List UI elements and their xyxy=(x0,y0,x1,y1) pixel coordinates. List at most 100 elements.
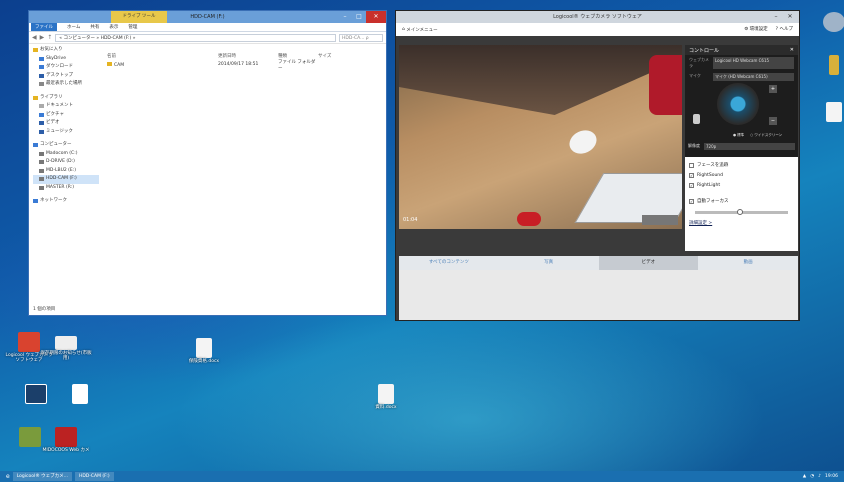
main-menu-link[interactable]: メインメニュー xyxy=(406,27,437,33)
tree-item[interactable]: HDD-CAM (F:) xyxy=(33,175,99,184)
checkbox[interactable]: ✓ xyxy=(689,182,694,188)
explorer-titlebar[interactable]: ドライブ ツール HDD-CAM (F:) – □ ✕ xyxy=(29,11,386,23)
zoom-in-icon[interactable]: + xyxy=(769,85,777,93)
desktop-icon[interactable]: 資料.docx xyxy=(360,384,412,411)
desktop-icon[interactable]: 保存期限のお知らせ(市販用) xyxy=(40,336,92,362)
ribbon-tab-manage[interactable]: 管理 xyxy=(128,24,137,30)
help-icon: ? xyxy=(775,27,779,32)
checkbox[interactable] xyxy=(689,162,694,168)
desktop-icon[interactable] xyxy=(808,55,844,77)
ribbon-tab-file[interactable]: ファイル xyxy=(31,23,57,31)
tab-all-content[interactable]: すべてのコンテンツ xyxy=(399,256,499,270)
tree-item[interactable]: ピクチャ xyxy=(33,111,99,120)
resolution-select[interactable]: 720p xyxy=(704,143,795,150)
pan-tilt-joystick[interactable] xyxy=(717,83,759,125)
column-size[interactable]: サイズ xyxy=(318,53,358,59)
tree-favorites[interactable]: お気に入り xyxy=(33,46,99,55)
file-row[interactable]: CAM 2014/09/17 18:51 ファイル フォルダー xyxy=(103,59,382,71)
desktop-icon[interactable] xyxy=(808,12,844,34)
desktop-icon[interactable] xyxy=(4,427,56,449)
preview-object xyxy=(649,55,682,115)
webcam-titlebar[interactable]: Logicool® ウェブカメラ ソフトウェア – ✕ xyxy=(396,11,799,23)
network-icon[interactable]: ◔ xyxy=(810,471,814,482)
up-icon[interactable]: ↑ xyxy=(47,34,52,41)
tree-item[interactable]: 最近表示した場所 xyxy=(33,80,99,89)
search-input[interactable]: HDD-CA... ρ xyxy=(339,33,383,42)
forward-icon[interactable]: ▶ xyxy=(40,34,45,41)
prefs-link[interactable]: ⚙ 環境設定 xyxy=(744,26,767,32)
microphone-icon[interactable] xyxy=(693,114,700,124)
option-autofocus[interactable]: ✓ 自動フォーカス xyxy=(689,196,794,206)
tree-item[interactable]: ミュージック xyxy=(33,128,99,137)
desktop-icon[interactable] xyxy=(808,102,844,124)
radio-widescreen[interactable]: ○ ワイドスクリーン xyxy=(750,133,782,138)
ie-icon[interactable]: e xyxy=(6,473,10,480)
desktop-icon[interactable] xyxy=(10,384,62,406)
column-date[interactable]: 更新日時 xyxy=(218,53,278,59)
tab-photos[interactable]: 写真 xyxy=(499,256,599,270)
preview-button[interactable] xyxy=(642,215,678,225)
tree-item[interactable]: デスクトップ xyxy=(33,72,99,81)
drive-icon xyxy=(39,185,44,190)
close-icon[interactable]: ✕ xyxy=(790,47,794,53)
mic-select[interactable]: マイク (HD Webcam C615) xyxy=(713,73,794,81)
tree-item[interactable]: MD-LBU2 (E:) xyxy=(33,167,99,176)
address-bar-row: ◀ ▶ ↑ « コンピューター » HDD-CAM (F:) » HDD-CA.… xyxy=(29,32,386,44)
tree-item[interactable]: ビデオ xyxy=(33,119,99,128)
tree-item[interactable]: D-DRIVE (D:) xyxy=(33,158,99,167)
tree-network[interactable]: ネットワーク xyxy=(33,197,99,206)
tree-item[interactable]: SkyDrive xyxy=(33,55,99,64)
drive-icon xyxy=(39,151,44,156)
zoom-out-icon[interactable]: − xyxy=(769,117,777,125)
tab-video[interactable]: ビデオ xyxy=(598,256,699,270)
tree-item[interactable]: ドキュメント xyxy=(33,102,99,111)
ribbon-tab-share[interactable]: 共有 xyxy=(90,24,99,30)
checkbox[interactable]: ✓ xyxy=(689,198,694,204)
record-button[interactable] xyxy=(517,212,541,226)
tree-item[interactable]: Madocom (C:) xyxy=(33,150,99,159)
minimize-icon[interactable]: – xyxy=(338,11,352,23)
help-link[interactable]: ? ヘルプ xyxy=(776,26,793,32)
webcam-menubar: ⌂ メインメニュー ⚙ 環境設定 ? ヘルプ xyxy=(396,23,799,36)
taskbar-item[interactable]: HDD-CAM (F:) xyxy=(74,472,114,481)
file-date: 2014/09/17 18:51 xyxy=(218,62,259,67)
column-name[interactable]: 名前 xyxy=(103,53,218,59)
file-type: ファイル フォルダー xyxy=(278,59,316,71)
close-icon[interactable]: ✕ xyxy=(783,11,797,23)
controls-title: コントロール xyxy=(689,47,720,54)
videos-icon xyxy=(39,121,44,126)
tree-item[interactable]: ダウンロード xyxy=(33,63,99,72)
focus-slider[interactable] xyxy=(695,209,788,215)
maximize-icon[interactable]: □ xyxy=(352,11,366,23)
ribbon-tab-view[interactable]: 表示 xyxy=(109,24,118,30)
ribbon-tab-home[interactable]: ホーム xyxy=(67,24,80,30)
option-rightlight[interactable]: ✓ RightLight xyxy=(689,180,794,190)
option-rightsound[interactable]: ✓ RightSound xyxy=(689,170,794,180)
drive-icon xyxy=(39,160,44,165)
option-face-tracking[interactable]: フェースを追跡 xyxy=(689,160,794,170)
checkbox[interactable]: ✓ xyxy=(689,172,694,178)
slider-handle[interactable] xyxy=(736,209,743,215)
tree-item[interactable]: MASTER (R:) xyxy=(33,184,99,193)
advanced-settings-link[interactable]: 詳細設定 > xyxy=(689,220,794,226)
taskbar-item[interactable]: Logicool® ウェブカメ... xyxy=(12,472,72,481)
star-icon xyxy=(33,48,38,53)
radio-standard[interactable]: ● 標準 xyxy=(733,133,744,138)
back-icon[interactable]: ◀ xyxy=(32,34,37,41)
explorer-window[interactable]: ドライブ ツール HDD-CAM (F:) – □ ✕ ファイル ホーム 共有 … xyxy=(28,10,387,316)
address-input[interactable]: « コンピューター » HDD-CAM (F:) » xyxy=(55,33,336,42)
clock[interactable]: 19:06 xyxy=(825,471,838,482)
webcam-software-window[interactable]: Logicool® ウェブカメラ ソフトウェア – ✕ ⌂ メインメニュー ⚙ … xyxy=(395,10,800,321)
volume-icon[interactable]: ♪ xyxy=(818,471,821,482)
tree-computer[interactable]: コンピューター xyxy=(33,141,99,150)
tree-libraries[interactable]: ライブラリ xyxy=(33,94,99,103)
tray-icon[interactable]: ▲ xyxy=(803,471,806,482)
close-icon[interactable]: ✕ xyxy=(366,11,386,23)
home-icon[interactable]: ⌂ xyxy=(402,27,405,32)
recent-icon xyxy=(39,82,44,87)
minimize-icon[interactable]: – xyxy=(769,11,783,23)
status-bar: 1 個の項目 xyxy=(33,307,56,312)
camera-select[interactable]: Logicool HD Webcam C615 xyxy=(713,57,794,69)
desktop-icon[interactable]: 保険資格.docx xyxy=(178,338,230,365)
tab-movies[interactable]: 動画 xyxy=(698,256,798,270)
